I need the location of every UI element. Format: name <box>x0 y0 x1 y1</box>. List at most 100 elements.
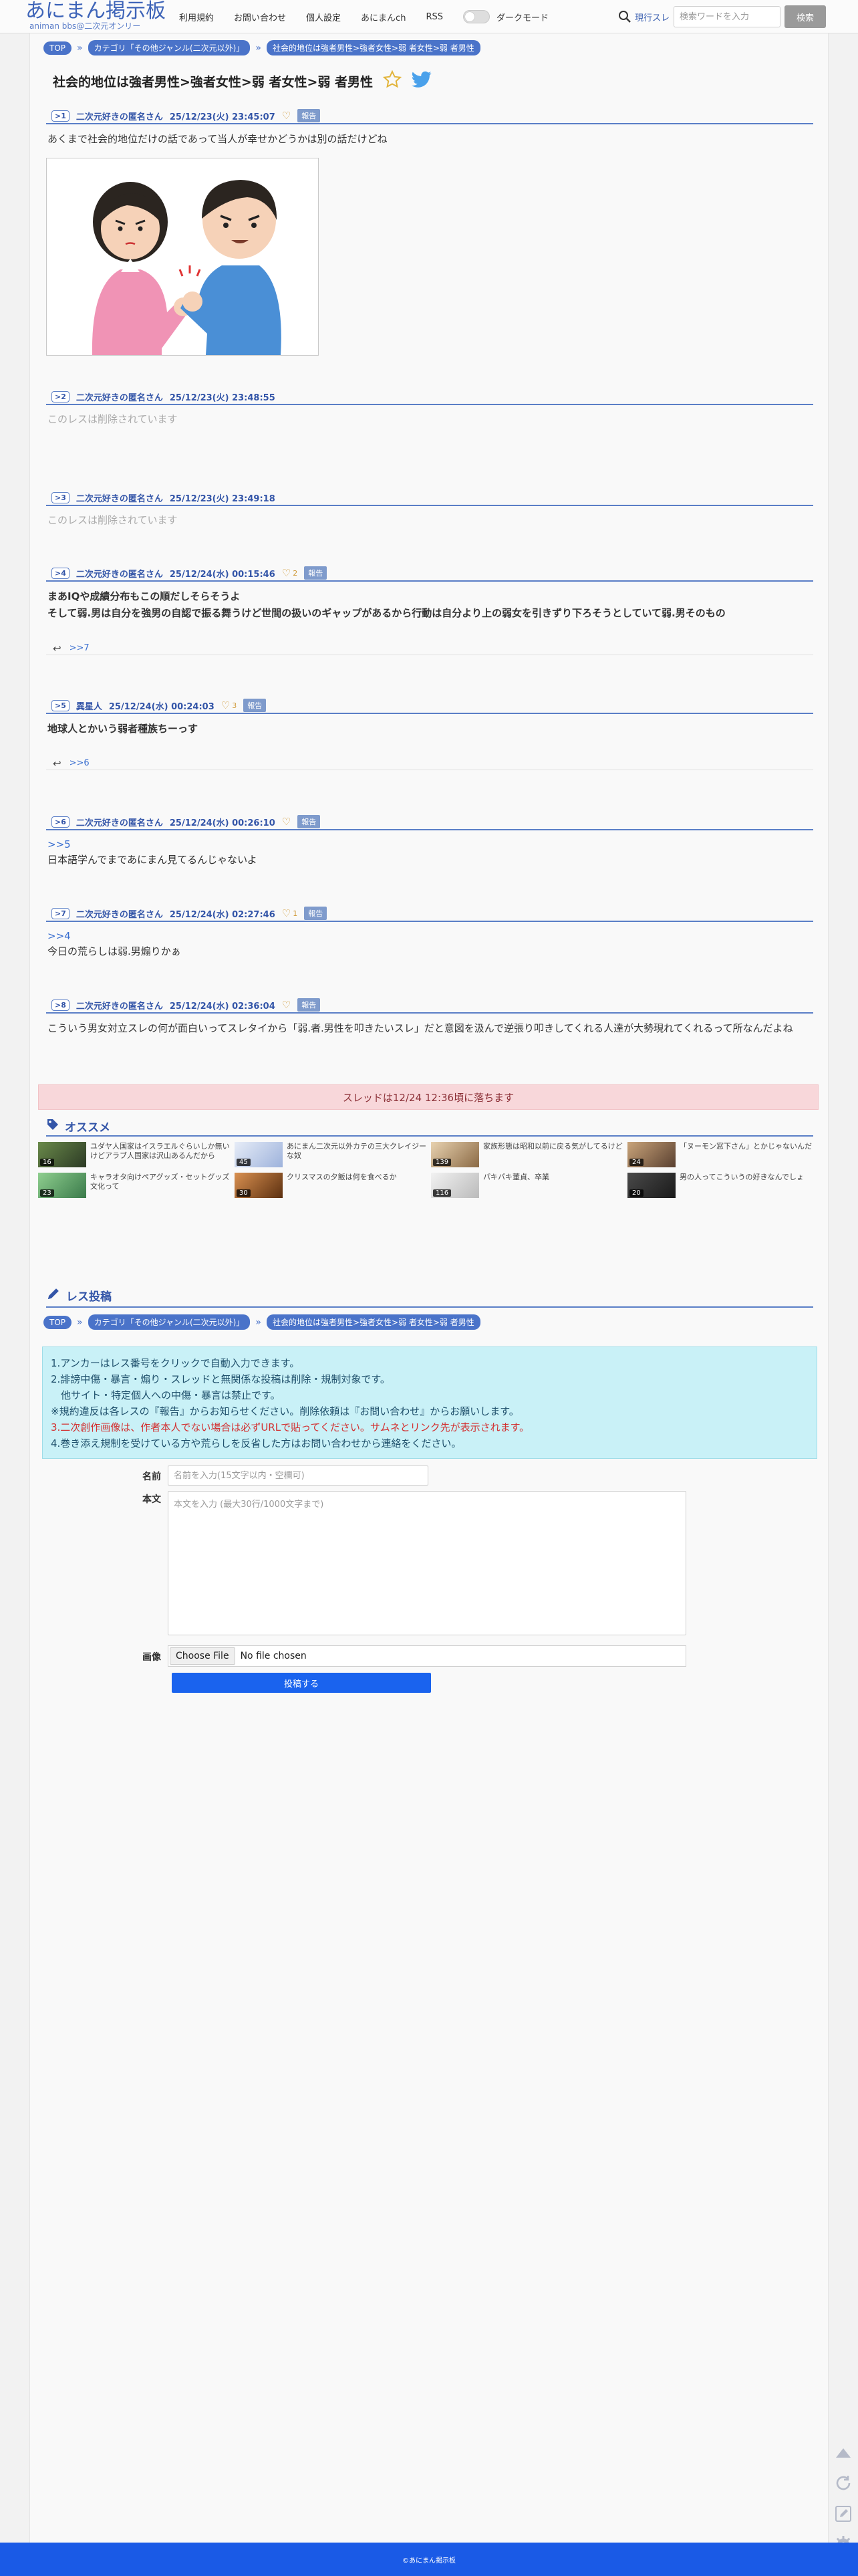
recommend-item[interactable]: 30 クリスマスの夕飯は何を食べるか <box>235 1173 428 1198</box>
reply-links: ↩ >>7 <box>46 642 813 655</box>
post-date: 25/12/24(水) 02:36:04 <box>169 1001 275 1012</box>
recommend-text: クリスマスの夕飯は何を食べるか <box>287 1173 397 1181</box>
guideline-line: 他サイト・特定個人への中傷・暴言は禁止です。 <box>51 1389 281 1401</box>
breadcrumb-thread[interactable]: 社会的地位は強者男性>強者女性>弱 者女性>弱 者男性 <box>266 1314 480 1330</box>
post-body: >>4 今日の荒らしは弱.男煽りかぁ <box>46 922 813 960</box>
post-number[interactable]: >8 <box>51 999 69 1011</box>
report-button[interactable]: 報告 <box>297 815 321 828</box>
twitter-icon[interactable] <box>412 71 432 92</box>
post-number[interactable]: >5 <box>51 699 69 711</box>
recommend-item[interactable]: 20 男の人ってこういうの好きなんでしょ <box>627 1173 821 1198</box>
nav-settings[interactable]: 個人設定 <box>306 11 341 23</box>
search-button[interactable]: 検索 <box>784 5 827 28</box>
recommend-item[interactable]: 23 キャラオタ向けペアグッズ・セットグッズ文化って <box>38 1173 232 1198</box>
like-button[interactable]: ♡ 1 <box>282 907 297 919</box>
nav-animanch[interactable]: あにまんch <box>361 11 406 23</box>
toggle-switch[interactable] <box>462 10 490 23</box>
recommend-item[interactable]: 16 ユダヤ人国家はイスラエルぐらいしか無いけどアラブ人国家は沢山あるんだから <box>38 1142 232 1167</box>
scroll-top-icon[interactable] <box>831 2440 855 2464</box>
anchor-link[interactable]: >>5 <box>47 837 813 852</box>
nav-rss[interactable]: RSS <box>426 12 443 22</box>
recommend-item[interactable]: 116 パキパキ董貞、卒業 <box>431 1173 625 1198</box>
name-field[interactable] <box>168 1466 428 1486</box>
post-body: まあIQや成績分布もこの順だしそらそうよ そして弱.男は自分を強男の自認で振る舞… <box>46 582 813 622</box>
post-header: >1 二次元好きの匿名さん 25/12/23(火) 23:45:07 ♡ 報告 <box>46 108 813 124</box>
choose-file-button[interactable]: Choose File <box>170 1647 235 1665</box>
thread-title-row: 社会的地位は強者男性>強者女性>弱 者女性>弱 者男性 <box>53 70 432 93</box>
recommend-item[interactable]: 45 あにまん二次元以外カテの三大クレイジーな奴 <box>235 1142 428 1167</box>
reply-link[interactable]: >>7 <box>69 643 90 653</box>
guideline-line: 4.巻き添え規制を受けている方や荒らしを反省した方はお問い合わせから連絡をくださ… <box>51 1437 462 1449</box>
nav-contact[interactable]: お問い合わせ <box>234 11 286 23</box>
post-body: こういう男女対立スレの何が面白いってスレタイから「弱.者.男性を叩きたいスレ」だ… <box>47 1022 793 1034</box>
thread-expire-banner: スレッドは12/24 12:36頃に落ちます <box>38 1084 819 1110</box>
post-number[interactable]: >1 <box>51 110 69 122</box>
post: >6 二次元好きの匿名さん 25/12/24(水) 00:26:10 ♡ 報告 … <box>46 814 813 868</box>
breadcrumb-separator: » <box>77 1316 83 1328</box>
breadcrumb-separator: » <box>77 42 83 53</box>
main-content: TOP » カテゴリ「その他ジャンル(二次元以外)」 » 社会的地位は強者男性>… <box>29 33 829 2543</box>
breadcrumb-top[interactable]: TOP <box>43 1315 72 1329</box>
post-number[interactable]: >2 <box>51 390 69 402</box>
like-button[interactable]: ♡ <box>282 816 291 828</box>
anchor-link[interactable]: >>4 <box>47 929 813 943</box>
like-button[interactable]: ♡ 2 <box>282 567 297 579</box>
breadcrumb-category[interactable]: カテゴリ「その他ジャンル(二次元以外)」 <box>88 1314 251 1330</box>
recommend-count: 139 <box>433 1159 452 1166</box>
name-label: 名前 <box>142 1472 161 1482</box>
breadcrumb-category[interactable]: カテゴリ「その他ジャンル(二次元以外)」 <box>88 40 251 55</box>
reply-link[interactable]: >>6 <box>69 758 90 768</box>
submit-button[interactable]: 投稿する <box>172 1673 431 1693</box>
post-header: >5 異星人 25/12/24(水) 00:24:03 ♡ 3 報告 <box>46 698 813 714</box>
like-button[interactable]: ♡ <box>282 999 291 1011</box>
guideline-line-warning: 3.二次創作画像は、作者本人でない場合は必ずURLで貼ってください。サムネとリン… <box>51 1421 530 1433</box>
report-button[interactable]: 報告 <box>297 998 321 1012</box>
post-number[interactable]: >4 <box>51 567 69 579</box>
recommend-item[interactable]: 139 家族形態は昭和以前に戻る気がしてるけど <box>431 1142 625 1167</box>
dark-mode-toggle[interactable]: ダークモード <box>462 10 549 23</box>
logo-subtitle: animan bbs@二次元オンリー <box>29 21 141 31</box>
heart-icon: ♡ <box>281 907 291 919</box>
breadcrumb-top[interactable]: TOP <box>43 41 72 55</box>
recommend-item[interactable]: 24 「ヌーモン窓下さん」とかじゃないんだ <box>627 1142 821 1167</box>
post-number[interactable]: >3 <box>51 491 69 503</box>
write-post-icon[interactable] <box>831 2502 855 2526</box>
like-count: 2 <box>293 568 298 578</box>
post-body-line: 日本語学んでまであにまん見てるんじゃないよ <box>47 854 257 866</box>
top-nav: 利用規約 お問い合わせ 個人設定 あにまんch RSS ダークモード <box>179 0 549 33</box>
report-button[interactable]: 報告 <box>304 907 327 920</box>
post-number[interactable]: >6 <box>51 816 69 828</box>
post-date: 25/12/24(水) 00:15:46 <box>169 569 275 580</box>
reload-icon[interactable] <box>831 2471 855 2495</box>
site-logo[interactable]: あにまん掲示板 animan bbs@二次元オンリー <box>25 1 166 32</box>
recommend-count: 24 <box>629 1159 644 1166</box>
like-button[interactable]: ♡ 3 <box>221 699 237 711</box>
search-icon <box>615 5 635 28</box>
post-deleted-notice: このレスは削除されています <box>47 413 178 425</box>
nav-terms[interactable]: 利用規約 <box>179 11 214 23</box>
search-scope-select[interactable]: 現行スレ <box>635 11 670 23</box>
recommend-thumbnail: 45 <box>235 1142 283 1167</box>
heart-icon: ♡ <box>281 567 291 579</box>
body-textarea[interactable] <box>168 1491 686 1635</box>
recommend-text: ユダヤ人国家はイスラエルぐらいしか無いけどアラブ人国家は沢山あるんだから <box>90 1142 230 1160</box>
image-file-input[interactable]: Choose File No file chosen <box>168 1645 686 1667</box>
recommend-text: 家族形態は昭和以前に戻る気がしてるけど <box>483 1142 623 1151</box>
star-icon[interactable] <box>382 70 402 93</box>
report-button[interactable]: 報告 <box>297 109 321 122</box>
post: >1 二次元好きの匿名さん 25/12/23(火) 23:45:07 ♡ 報告 … <box>46 108 813 148</box>
heart-icon: ♡ <box>281 999 291 1011</box>
report-button[interactable]: 報告 <box>243 699 267 712</box>
like-button[interactable]: ♡ <box>282 110 291 122</box>
recommend-title: オススメ <box>65 1121 110 1135</box>
recommend-thumbnail: 139 <box>431 1142 479 1167</box>
report-button[interactable]: 報告 <box>304 566 327 580</box>
recommend-text: キャラオタ向けペアグッズ・セットグッズ文化って <box>90 1173 230 1191</box>
post-author: 二次元好きの匿名さん <box>76 1001 163 1012</box>
guideline-line: 1.アンカーはレス番号をクリックで自動入力できます。 <box>51 1357 300 1369</box>
post-number[interactable]: >7 <box>51 907 69 919</box>
post-header: >8 二次元好きの匿名さん 25/12/24(水) 02:36:04 ♡ 報告 <box>46 998 813 1014</box>
breadcrumb-thread[interactable]: 社会的地位は強者男性>強者女性>弱 者女性>弱 者男性 <box>266 40 480 55</box>
post-image-fist-bump[interactable] <box>46 158 319 356</box>
search-input[interactable] <box>674 6 781 27</box>
